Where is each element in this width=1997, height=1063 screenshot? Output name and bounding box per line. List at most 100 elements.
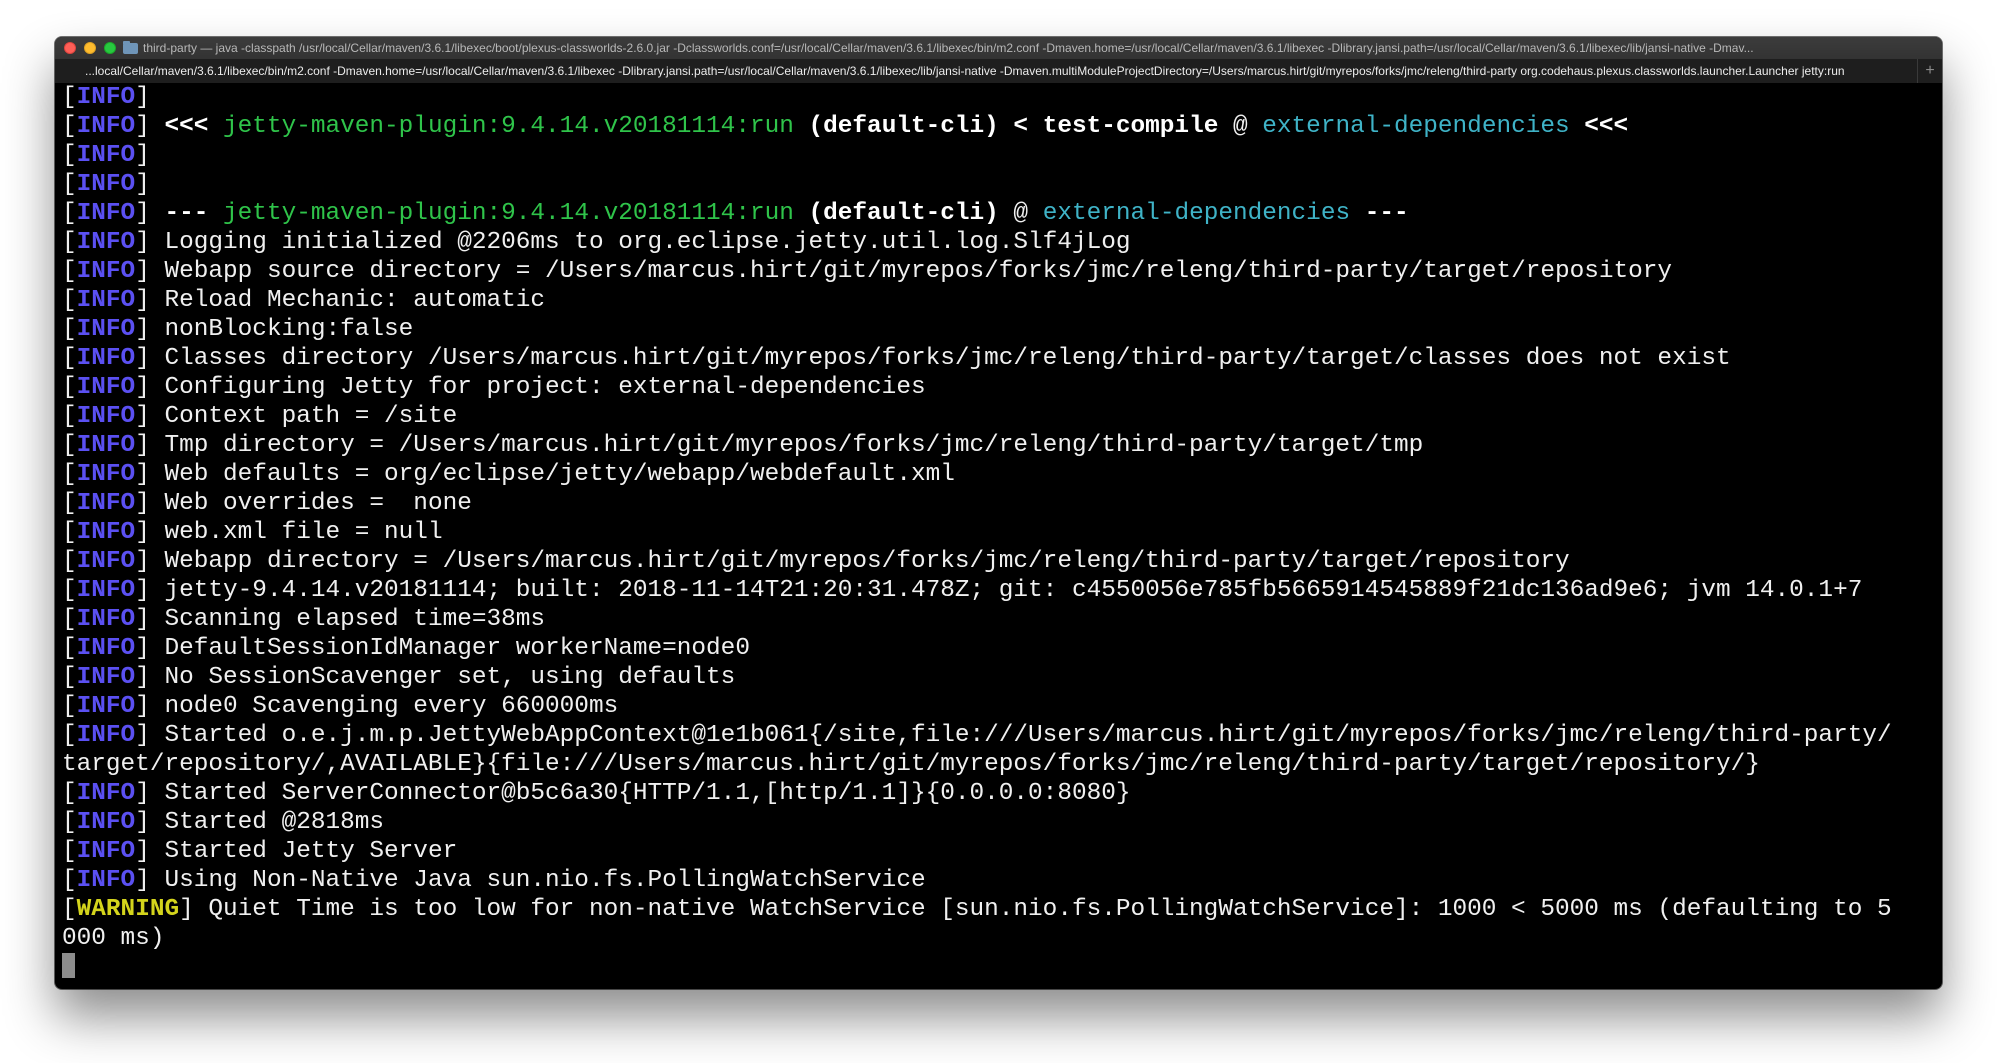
log-message: Configuring Jetty for project: external-… bbox=[149, 374, 926, 401]
log-bracket-open: [ bbox=[62, 113, 77, 140]
log-message: No SessionScavenger set, using defaults bbox=[149, 664, 736, 691]
log-level-tag: INFO bbox=[76, 664, 136, 691]
log-bracket-close: ] bbox=[135, 229, 150, 256]
at-sign: @ bbox=[998, 200, 1043, 227]
log-message: node0 Scavenging every 660000ms bbox=[149, 693, 619, 720]
prompt-line[interactable] bbox=[62, 953, 1942, 982]
log-bracket-close: ] bbox=[135, 403, 150, 430]
log-line: [INFO] <<< jetty-maven-plugin:9.4.14.v20… bbox=[62, 112, 1942, 141]
log-level-tag: INFO bbox=[76, 548, 136, 575]
log-level-tag: INFO bbox=[76, 258, 136, 285]
log-bracket-open: [ bbox=[62, 809, 77, 836]
log-bracket-close: ] bbox=[135, 519, 150, 546]
log-level-tag: INFO bbox=[76, 374, 136, 401]
phase-marker: <<< bbox=[149, 113, 224, 140]
log-bracket-open: [ bbox=[62, 519, 77, 546]
log-bracket-open: [ bbox=[62, 84, 77, 111]
folder-icon bbox=[123, 41, 138, 54]
log-line: [INFO] Webapp directory = /Users/marcus.… bbox=[62, 547, 1942, 576]
log-bracket-open: [ bbox=[62, 490, 77, 517]
phase-marker-end: <<< bbox=[1569, 113, 1629, 140]
log-line: [INFO] --- jetty-maven-plugin:9.4.14.v20… bbox=[62, 199, 1942, 228]
log-message: Started Jetty Server bbox=[149, 838, 458, 865]
log-bracket-open: [ bbox=[62, 403, 77, 430]
log-line: [INFO] bbox=[62, 141, 1942, 170]
log-line: [WARNING] Quiet Time is too low for non-… bbox=[62, 895, 1942, 924]
log-line: [INFO] node0 Scavenging every 660000ms bbox=[62, 692, 1942, 721]
log-bracket-open: [ bbox=[62, 374, 77, 401]
log-line: [INFO] jetty-9.4.14.v20181114; built: 20… bbox=[62, 576, 1942, 605]
log-message: 000 ms) bbox=[62, 925, 165, 952]
log-bracket-close: ] bbox=[135, 345, 150, 372]
project-name: external-dependencies bbox=[1042, 200, 1351, 227]
close-window-button[interactable] bbox=[64, 42, 76, 54]
log-bracket-close: ] bbox=[135, 548, 150, 575]
log-line: [INFO] No SessionScavenger set, using de… bbox=[62, 663, 1942, 692]
title-bar[interactable]: third-party — java -classpath /usr/local… bbox=[55, 37, 1942, 59]
zoom-window-button[interactable] bbox=[104, 42, 116, 54]
log-bracket-open: [ bbox=[62, 664, 77, 691]
at-sign: @ bbox=[1218, 113, 1263, 140]
log-bracket-close: ] bbox=[135, 200, 150, 227]
log-level-tag: INFO bbox=[76, 84, 136, 111]
log-bracket-open: [ bbox=[62, 345, 77, 372]
log-line: [INFO] nonBlocking:false bbox=[62, 315, 1942, 344]
log-level-tag: INFO bbox=[76, 432, 136, 459]
log-message: Web defaults = org/eclipse/jetty/webapp/… bbox=[149, 461, 955, 488]
log-line: [INFO] Scanning elapsed time=38ms bbox=[62, 605, 1942, 634]
log-bracket-open: [ bbox=[62, 780, 77, 807]
log-line: [INFO] Webapp source directory = /Users/… bbox=[62, 257, 1942, 286]
log-line: [INFO] Reload Mechanic: automatic bbox=[62, 286, 1942, 315]
log-message: Started ServerConnector@b5c6a30{HTTP/1.1… bbox=[149, 780, 1131, 807]
log-bracket-open: [ bbox=[62, 171, 77, 198]
log-message: web.xml file = null bbox=[149, 519, 443, 546]
log-message: Started o.e.j.m.p.JettyWebAppContext@1e1… bbox=[149, 722, 1892, 749]
plugin-goal: jetty-maven-plugin:9.4.14.v20181114:run bbox=[223, 113, 794, 140]
log-level-tag: INFO bbox=[76, 316, 136, 343]
log-message: Started @2818ms bbox=[149, 809, 385, 836]
tab-title[interactable]: ...local/Cellar/maven/3.6.1/libexec/bin/… bbox=[85, 64, 1905, 78]
log-message: Webapp source directory = /Users/marcus.… bbox=[149, 258, 1673, 285]
log-bracket-open: [ bbox=[62, 577, 77, 604]
log-bracket-close: ] bbox=[135, 722, 150, 749]
new-tab-button[interactable]: + bbox=[1917, 59, 1942, 83]
log-line: [INFO] web.xml file = null bbox=[62, 518, 1942, 547]
log-bracket-close: ] bbox=[179, 896, 194, 923]
log-line: [INFO] Started o.e.j.m.p.JettyWebAppCont… bbox=[62, 721, 1942, 750]
log-message: Web overrides = none bbox=[149, 490, 472, 517]
log-line: 000 ms) bbox=[62, 924, 1942, 953]
log-bracket-close: ] bbox=[135, 432, 150, 459]
log-level-tag: INFO bbox=[76, 867, 136, 894]
log-line: target/repository/,AVAILABLE}{file:///Us… bbox=[62, 750, 1942, 779]
log-bracket-open: [ bbox=[62, 200, 77, 227]
log-line: [INFO] Started @2818ms bbox=[62, 808, 1942, 837]
log-level-tag: INFO bbox=[76, 171, 136, 198]
log-bracket-close: ] bbox=[135, 838, 150, 865]
log-bracket-open: [ bbox=[62, 896, 77, 923]
log-line: [INFO] Web overrides = none bbox=[62, 489, 1942, 518]
log-bracket-close: ] bbox=[135, 693, 150, 720]
log-line: [INFO] Tmp directory = /Users/marcus.hir… bbox=[62, 431, 1942, 460]
log-bracket-close: ] bbox=[135, 171, 150, 198]
log-bracket-open: [ bbox=[62, 635, 77, 662]
text-cursor bbox=[62, 953, 75, 979]
log-message: Tmp directory = /Users/marcus.hirt/git/m… bbox=[149, 432, 1424, 459]
terminal-output[interactable]: [INFO] [INFO] <<< jetty-maven-plugin:9.4.… bbox=[62, 83, 1942, 983]
log-bracket-close: ] bbox=[135, 490, 150, 517]
log-bracket-close: ] bbox=[135, 374, 150, 401]
log-message: target/repository/,AVAILABLE}{file:///Us… bbox=[62, 751, 1760, 778]
log-bracket-close: ] bbox=[135, 258, 150, 285]
log-level-tag: INFO bbox=[76, 519, 136, 546]
log-message: Webapp directory = /Users/marcus.hirt/gi… bbox=[149, 548, 1570, 575]
log-bracket-close: ] bbox=[135, 606, 150, 633]
log-level-tag: INFO bbox=[76, 635, 136, 662]
log-level-tag: INFO bbox=[76, 606, 136, 633]
minimize-window-button[interactable] bbox=[84, 42, 96, 54]
log-message: Classes directory /Users/marcus.hirt/git… bbox=[149, 345, 1731, 372]
log-bracket-open: [ bbox=[62, 432, 77, 459]
log-bracket-open: [ bbox=[62, 258, 77, 285]
log-bracket-close: ] bbox=[135, 780, 150, 807]
log-bracket-open: [ bbox=[62, 316, 77, 343]
log-level-tag: INFO bbox=[76, 200, 136, 227]
log-bracket-open: [ bbox=[62, 461, 77, 488]
